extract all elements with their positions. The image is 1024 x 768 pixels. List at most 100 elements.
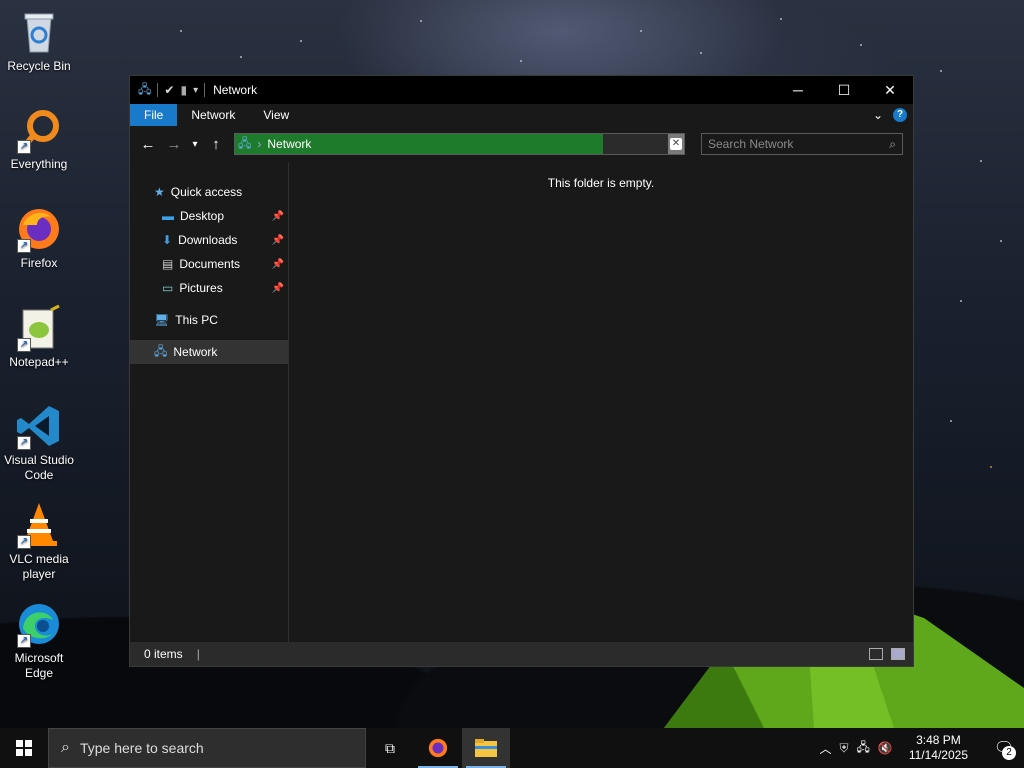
clock-time: 3:48 PM bbox=[916, 733, 961, 747]
network-icon: 🖧 bbox=[154, 343, 168, 358]
shortcut-arrow-icon: ↗ bbox=[17, 338, 31, 352]
network-status-icon[interactable]: 🖧 bbox=[856, 738, 869, 759]
forward-arrow-icon[interactable]: → bbox=[162, 132, 186, 156]
taskbar-clock[interactable]: 3:48 PM 11/14/2025 bbox=[901, 733, 976, 763]
nav-quick-access[interactable]: ★ Quick access bbox=[130, 180, 288, 204]
nav-desktop[interactable]: ▬ Desktop 📌 bbox=[130, 204, 288, 228]
action-center-button[interactable]: 🗨 2 bbox=[984, 728, 1024, 768]
taskbar: ⌕ Type here to search ⧉ ︿ ⛨ 🖧 🔇 3:48 PM … bbox=[0, 728, 1024, 768]
folder-icon bbox=[475, 739, 497, 757]
desktop-icon-label: Microsoft Edge bbox=[14, 651, 64, 680]
item-count: 0 items bbox=[144, 647, 183, 661]
desktop-icon-label: VLC media player bbox=[9, 552, 69, 581]
back-arrow-icon[interactable]: ← bbox=[136, 132, 160, 156]
desktop-icon-label: Everything bbox=[10, 157, 68, 171]
security-warning-icon[interactable]: ⛨ bbox=[839, 741, 848, 756]
task-view-icon: ⧉ bbox=[385, 739, 395, 756]
breadcrumb-network[interactable]: Network bbox=[267, 137, 311, 151]
file-explorer-window: 🖧 ✔ ▮ ▾ Network ─ ☐ ✕ File Network View … bbox=[129, 75, 914, 667]
desktop-icon-vscode[interactable]: ↗ Visual Studio Code bbox=[2, 402, 76, 483]
star-icon: ★ bbox=[154, 185, 165, 199]
tab-file[interactable]: File bbox=[130, 104, 178, 126]
window-title: Network bbox=[213, 83, 258, 97]
vscode-icon: ↗ bbox=[15, 402, 63, 450]
navigation-pane: ★ Quick access ▬ Desktop 📌 ⬇ Downloads 📌… bbox=[130, 162, 289, 642]
pictures-icon: ▭ bbox=[162, 281, 174, 295]
computer-icon: 🖥 bbox=[154, 313, 170, 327]
everything-search-icon: ↗ bbox=[15, 106, 63, 154]
recent-locations-chevron-icon[interactable]: ▾ bbox=[188, 132, 202, 156]
network-app-icon: 🖧 bbox=[138, 81, 152, 96]
tab-network[interactable]: Network bbox=[177, 104, 249, 126]
task-view-button[interactable]: ⧉ bbox=[366, 728, 414, 768]
taskbar-firefox[interactable] bbox=[414, 728, 462, 768]
shortcut-arrow-icon: ↗ bbox=[17, 239, 31, 253]
taskbar-search-box[interactable]: ⌕ Type here to search bbox=[48, 728, 366, 768]
status-divider: | bbox=[196, 647, 200, 661]
shortcut-arrow-icon: ↗ bbox=[17, 634, 31, 648]
search-icon: ⌕ bbox=[61, 739, 70, 756]
show-hidden-icons-chevron-icon[interactable]: ︿ bbox=[819, 740, 831, 757]
empty-folder-message: This folder is empty. bbox=[547, 176, 655, 190]
downloads-arrow-icon: ⬇ bbox=[162, 233, 173, 247]
volume-muted-icon[interactable]: 🔇 bbox=[878, 741, 893, 755]
desktop-icon-notepadpp[interactable]: ↗ Notepad++ bbox=[2, 304, 76, 370]
nav-downloads[interactable]: ⬇ Downloads 📌 bbox=[130, 228, 288, 252]
desktop-icon-firefox[interactable]: ↗ Firefox bbox=[2, 205, 76, 271]
nav-label: Quick access bbox=[170, 185, 243, 199]
details-view-icon[interactable] bbox=[869, 648, 883, 660]
shortcut-arrow-icon: ↗ bbox=[17, 436, 31, 450]
pin-icon[interactable]: 📌 bbox=[272, 235, 284, 246]
search-icon: ⌕ bbox=[889, 136, 896, 151]
toolbar-divider bbox=[157, 83, 159, 97]
nav-this-pc[interactable]: 🖥 This PC bbox=[130, 308, 288, 332]
file-list-pane[interactable]: This folder is empty. bbox=[289, 162, 913, 642]
desktop-icon-label: Firefox bbox=[20, 256, 58, 270]
nav-documents[interactable]: ▤ Documents 📌 bbox=[130, 252, 288, 276]
search-box[interactable]: Search Network ⌕ bbox=[701, 133, 903, 155]
search-placeholder: Search Network bbox=[708, 137, 794, 151]
desktop-icon-everything[interactable]: ↗ Everything bbox=[2, 106, 76, 172]
help-icon[interactable]: ? bbox=[893, 108, 907, 122]
shortcut-arrow-icon: ↗ bbox=[17, 535, 31, 549]
desktop-icon-vlc[interactable]: ↗ VLC media player bbox=[2, 501, 76, 582]
minimize-button[interactable]: ─ bbox=[775, 76, 821, 104]
system-tray: ︿ ⛨ 🖧 🔇 3:48 PM 11/14/2025 🗨 2 bbox=[819, 728, 1024, 768]
clear-address-button[interactable]: ✕ bbox=[668, 134, 684, 154]
address-bar[interactable]: 🖧 › Network ✕ bbox=[234, 133, 685, 155]
pin-icon[interactable]: 📌 bbox=[272, 211, 284, 222]
new-folder-icon[interactable]: ▮ bbox=[180, 83, 187, 97]
close-button[interactable]: ✕ bbox=[867, 76, 913, 104]
desktop-icon-recycle-bin[interactable]: Recycle Bin bbox=[2, 8, 76, 74]
navigation-bar: ← → ▾ ↑ 🖧 › Network ✕ Search Network ⌕ bbox=[130, 126, 913, 162]
expand-ribbon-chevron-icon[interactable]: ⌄ bbox=[873, 108, 883, 122]
shortcut-arrow-icon: ↗ bbox=[17, 140, 31, 154]
desktop-icon-label: Recycle Bin bbox=[7, 59, 71, 73]
nav-pictures[interactable]: ▭ Pictures 📌 bbox=[130, 276, 288, 300]
network-location-icon: 🖧 bbox=[238, 135, 252, 150]
title-bar[interactable]: 🖧 ✔ ▮ ▾ Network ─ ☐ ✕ bbox=[130, 76, 913, 104]
recycle-bin-icon bbox=[15, 8, 63, 56]
start-button[interactable] bbox=[0, 728, 48, 768]
breadcrumb-separator: › bbox=[257, 137, 262, 151]
properties-icon[interactable]: ✔ bbox=[164, 83, 174, 97]
pin-icon[interactable]: 📌 bbox=[272, 259, 284, 270]
tab-view[interactable]: View bbox=[249, 104, 303, 126]
large-icons-view-icon[interactable] bbox=[891, 648, 905, 660]
nav-label: Desktop bbox=[180, 209, 225, 223]
nav-network[interactable]: 🖧 Network bbox=[130, 340, 288, 364]
clock-date: 11/14/2025 bbox=[908, 748, 968, 762]
desktop-folder-icon: ▬ bbox=[162, 209, 174, 223]
pin-icon[interactable]: 📌 bbox=[272, 283, 284, 294]
customize-toolbar-chevron-icon[interactable]: ▾ bbox=[193, 85, 198, 96]
desktop-icon-edge[interactable]: ↗ Microsoft Edge bbox=[2, 600, 76, 681]
taskbar-file-explorer[interactable] bbox=[462, 728, 510, 768]
maximize-button[interactable]: ☐ bbox=[821, 76, 867, 104]
nav-label: This PC bbox=[175, 313, 218, 327]
taskbar-search-placeholder: Type here to search bbox=[79, 740, 204, 756]
nav-label: Documents bbox=[179, 257, 241, 271]
nav-label: Pictures bbox=[179, 281, 223, 295]
toolbar-divider bbox=[204, 83, 206, 97]
up-arrow-icon[interactable]: ↑ bbox=[204, 132, 228, 156]
nav-label: Network bbox=[173, 345, 218, 359]
